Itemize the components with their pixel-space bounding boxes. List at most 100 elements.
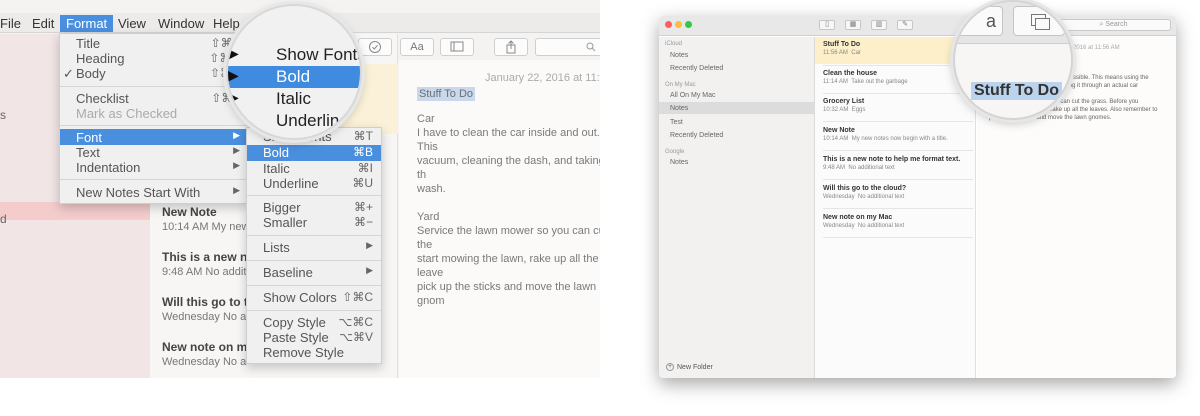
list-item[interactable]: This is a new note to help me format tex… bbox=[823, 156, 973, 171]
menu-item-italic[interactable]: Italic bbox=[263, 161, 290, 176]
menu-item-smaller[interactable]: Smaller bbox=[263, 215, 307, 230]
note-time: 11:14 AM bbox=[823, 79, 848, 85]
menu-file[interactable]: File bbox=[0, 15, 21, 32]
sidebar-toggle-button[interactable]: ▯ bbox=[819, 20, 835, 30]
note-meta: 11:56 AM Car bbox=[823, 50, 973, 56]
magnified-label: Italic bbox=[276, 89, 311, 108]
table-button[interactable] bbox=[440, 38, 474, 56]
list-item[interactable]: New note on my Mac Wednesday No addition… bbox=[823, 214, 973, 229]
share-button[interactable] bbox=[494, 38, 528, 56]
sidebar-item-mac-notes[interactable]: Notes bbox=[670, 105, 688, 112]
minimize-button[interactable] bbox=[675, 21, 682, 28]
menu-format[interactable]: Format bbox=[60, 15, 114, 32]
table-button[interactable] bbox=[1013, 6, 1065, 36]
zoom-button[interactable] bbox=[685, 21, 692, 28]
section-header-google: Google bbox=[665, 149, 685, 155]
menu-item-copy-style[interactable]: Copy Style bbox=[263, 315, 326, 330]
menu-item-baseline[interactable]: Baseline bbox=[263, 265, 313, 280]
submenu-arrow-icon: ▶ bbox=[228, 45, 239, 61]
list-item[interactable]: Stuff To Do 11:56 AM Car bbox=[823, 41, 973, 56]
sidebar-icon: ▯ bbox=[825, 21, 829, 28]
note-title-selected[interactable]: Stuff To Do bbox=[417, 87, 476, 101]
body-line: vacuum, cleaning the dash, and taking it… bbox=[417, 155, 600, 181]
search-field[interactable] bbox=[535, 38, 600, 56]
menu-item-lists[interactable]: Lists bbox=[263, 240, 290, 255]
note-body[interactable]: Car I have to clean the car inside and o… bbox=[417, 112, 600, 308]
format-menu: Title ⇧⌘T Heading ⇧⌘H ✓ Body ⇧⌘B Checkli… bbox=[59, 33, 249, 204]
menu-view[interactable]: View bbox=[118, 15, 146, 32]
shortcut: ⌘− bbox=[353, 215, 373, 229]
list-item[interactable]: Will this go to the cloud? Wednesday No … bbox=[823, 185, 973, 200]
close-button[interactable] bbox=[665, 21, 672, 28]
list-item[interactable]: Grocery List 10:32 AM Eggs bbox=[823, 98, 973, 113]
menu-item-new-notes-start-with[interactable]: New Notes Start With bbox=[76, 185, 200, 200]
list-separator bbox=[823, 121, 973, 122]
body-line: pick up the sticks and move the lawn gno… bbox=[417, 281, 597, 307]
menu-item-checklist[interactable]: Checklist bbox=[76, 91, 129, 106]
table-icon bbox=[450, 41, 464, 52]
list-separator bbox=[823, 65, 973, 66]
stage: File Edit Format View Window Help s d Ne… bbox=[0, 0, 1200, 416]
checkmark-circle-icon bbox=[369, 41, 381, 53]
menu-item-underline[interactable]: Underline bbox=[263, 176, 319, 191]
sidebar-item-test[interactable]: Test bbox=[670, 119, 683, 126]
list-item[interactable]: New Note 10:14 AM My new notes now begin… bbox=[823, 127, 973, 142]
menu-item-font[interactable]: Font bbox=[76, 130, 102, 145]
menu-item-paste-style[interactable]: Paste Style bbox=[263, 330, 329, 345]
note-meta: 11:14 AM Take out the garbage bbox=[823, 79, 973, 85]
menu-item-indentation[interactable]: Indentation bbox=[76, 160, 140, 175]
search-field[interactable]: ⌕ Search bbox=[1056, 19, 1171, 31]
menu-window[interactable]: Window bbox=[158, 15, 204, 32]
menu-item-text[interactable]: Text bbox=[76, 145, 100, 160]
note-meta: 9:48 AM No additional text bbox=[823, 165, 973, 171]
note-date: 2016 at 11:56 AM bbox=[1073, 45, 1120, 51]
sidebar-item-all-on-my-mac[interactable]: All On My Mac bbox=[670, 92, 716, 99]
sidebar: iCloud Notes Recently Deleted On My Mac … bbox=[659, 37, 815, 378]
note-snippet: Car bbox=[851, 50, 861, 56]
note-time: 10:14 AM bbox=[823, 136, 849, 142]
attachments-button[interactable]: ▦ bbox=[845, 20, 861, 30]
note-time: 9:48 AM bbox=[823, 165, 846, 171]
menu-edit[interactable]: Edit bbox=[32, 15, 54, 32]
sidebar-item-partial[interactable]: d bbox=[0, 212, 7, 226]
body-line: I have to clean the car inside and out. … bbox=[417, 127, 600, 153]
list-item[interactable]: Clean the house 11:14 AM Take out the ga… bbox=[823, 70, 973, 85]
note-snippet: No additional text bbox=[857, 194, 905, 200]
share-icon bbox=[506, 40, 516, 54]
note-title: New note on my Mac bbox=[823, 214, 893, 221]
menu-item-remove-style[interactable]: Remove Style bbox=[263, 345, 344, 360]
submenu-arrow-icon: ▶ bbox=[233, 185, 240, 195]
sidebar-item-icloud-notes[interactable]: Notes bbox=[670, 52, 688, 59]
menu-separator bbox=[60, 179, 248, 180]
new-folder-button[interactable]: + New Folder bbox=[666, 363, 713, 371]
sidebar-item-partial[interactable]: s bbox=[0, 108, 6, 122]
sidebar-item-icloud-recently-deleted[interactable]: Recently Deleted bbox=[670, 65, 723, 72]
search-placeholder: Search bbox=[1105, 21, 1128, 28]
menu-help[interactable]: Help bbox=[213, 15, 240, 32]
submenu-arrow-icon: ▶ bbox=[233, 160, 240, 170]
checklist-button[interactable] bbox=[358, 38, 392, 56]
note-editor[interactable]: January 22, 2016 at 11:40 Stuff To Do Ca… bbox=[399, 60, 600, 378]
menu-item-bigger[interactable]: Bigger bbox=[263, 200, 301, 215]
submenu-arrow-icon: ▶ bbox=[233, 145, 240, 155]
sidebar-item-mac-recently-deleted[interactable]: Recently Deleted bbox=[670, 132, 723, 139]
note-date: January 22, 2016 at 11:40 bbox=[485, 72, 600, 84]
menu-item-bold[interactable]: Bold bbox=[263, 145, 289, 160]
format-button[interactable]: Aa bbox=[400, 38, 434, 56]
magnified-label: Bold bbox=[276, 67, 311, 86]
compose-button[interactable]: ✎ bbox=[897, 20, 913, 30]
menu-item-mark-as-checked: Mark as Checked bbox=[76, 106, 178, 121]
shortcut: ⌘U bbox=[352, 176, 373, 190]
menu-item-body[interactable]: Body bbox=[76, 66, 106, 81]
menu-item-show-colors[interactable]: Show Colors bbox=[263, 290, 337, 305]
format-button[interactable]: a bbox=[957, 6, 1003, 36]
sidebar-selected-row[interactable] bbox=[0, 202, 150, 220]
sidebar-item-google-notes[interactable]: Notes bbox=[670, 159, 688, 166]
menu-item-heading[interactable]: Heading bbox=[76, 51, 124, 66]
body-line: start mowing the lawn, rake up all the l… bbox=[417, 253, 599, 279]
delete-button[interactable]: ▥ bbox=[871, 20, 887, 30]
menu-item-title[interactable]: Title bbox=[76, 36, 100, 51]
shortcut: ⌘I bbox=[357, 161, 373, 175]
submenu-arrow-icon: ▶ bbox=[366, 265, 373, 275]
menu-separator bbox=[247, 285, 381, 286]
